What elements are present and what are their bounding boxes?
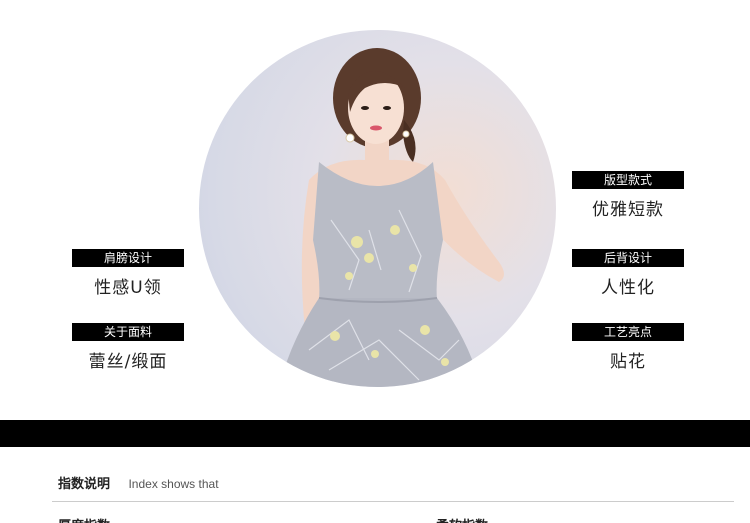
thickness-index-label: 厚度指数 <box>58 515 110 523</box>
index-title: 指数说明 <box>58 477 111 492</box>
feature-craft-highlight: 工艺亮点 贴花 <box>572 323 684 372</box>
feature-tag-fabric: 关于面料 <box>72 323 184 341</box>
feature-value-fabric: 蕾丝/缎面 <box>88 352 168 372</box>
feature-tag-back: 后背设计 <box>572 249 684 267</box>
model-dress-illustration <box>279 48 504 387</box>
feature-tag-shoulder: 肩膀设计 <box>72 249 184 267</box>
feature-tag-style: 版型款式 <box>572 171 684 189</box>
feature-value-back: 人性化 <box>601 278 655 298</box>
feature-tag-craft: 工艺亮点 <box>572 323 684 341</box>
index-divider <box>52 501 734 502</box>
section-divider-band <box>0 420 750 447</box>
feature-value-craft: 贴花 <box>610 352 646 372</box>
feature-value-shoulder: 性感U领 <box>94 278 162 298</box>
product-detail-page: 肩膀设计 性感U领 关于面料 蕾丝/缎面 版型款式 优雅短款 后背设计 人性化 … <box>0 0 750 523</box>
feature-value-style: 优雅短款 <box>592 200 664 220</box>
softness-index-label: 柔软指数 <box>436 515 488 523</box>
feature-silhouette-style: 版型款式 优雅短款 <box>572 171 684 220</box>
feature-back-design: 后背设计 人性化 <box>572 249 684 298</box>
index-heading: 指数说明 Index shows that <box>58 475 219 493</box>
index-subtitle: Index shows that <box>128 477 219 491</box>
model-photo <box>199 30 556 387</box>
feature-shoulder-design: 肩膀设计 性感U领 <box>72 249 184 298</box>
feature-fabric: 关于面料 蕾丝/缎面 <box>72 323 184 372</box>
